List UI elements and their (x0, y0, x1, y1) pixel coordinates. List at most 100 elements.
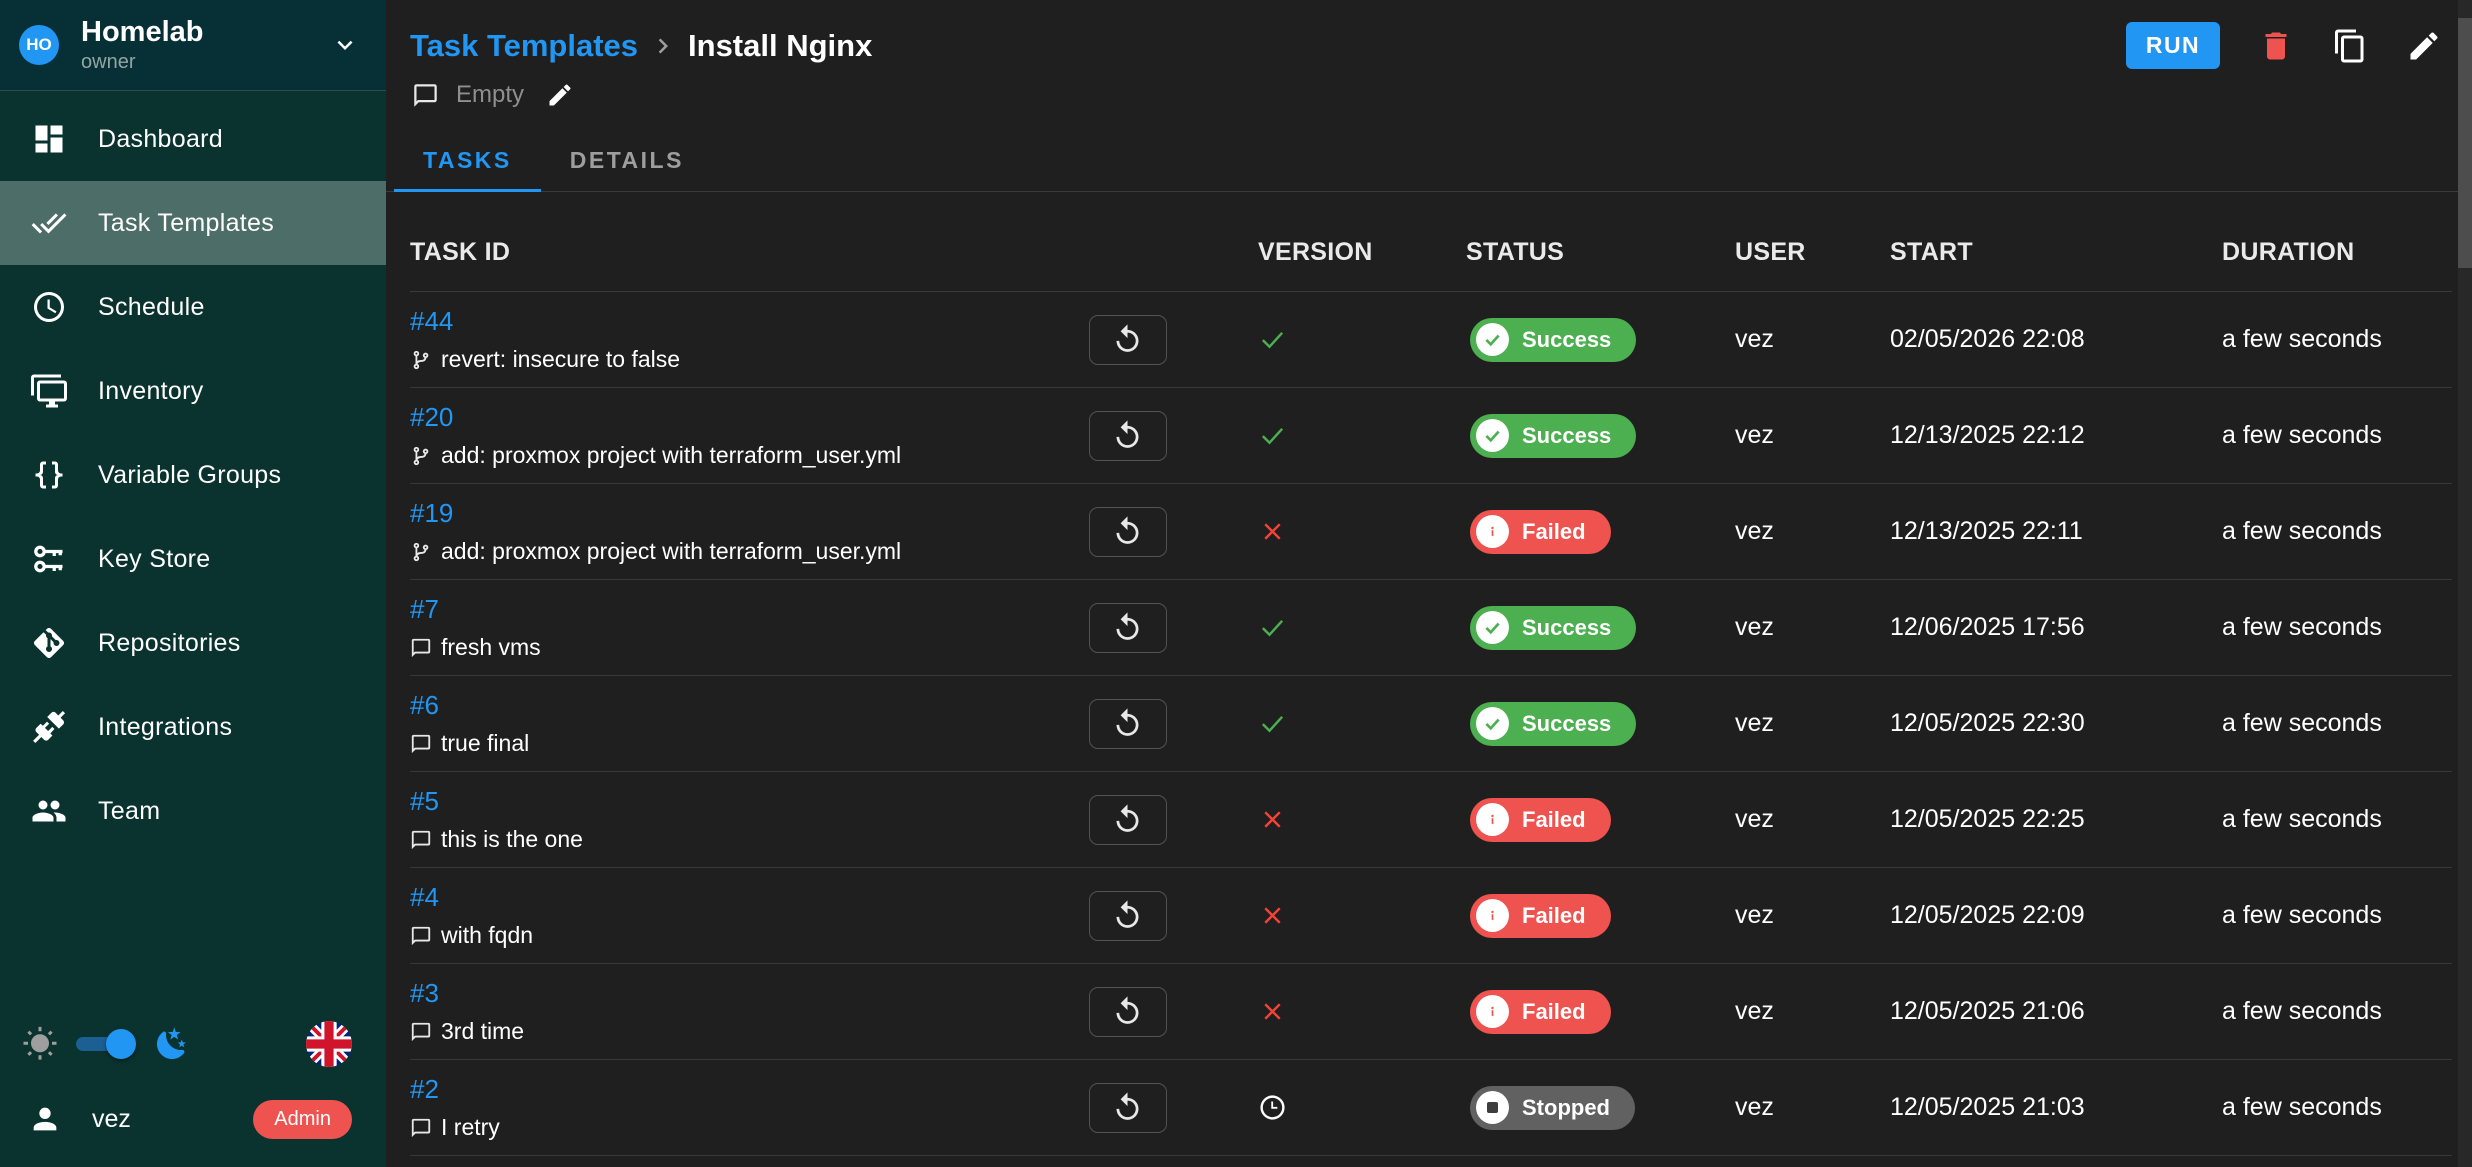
task-id-link[interactable]: #7 (410, 594, 439, 625)
description-text: Empty (456, 81, 524, 109)
rerun-task-button[interactable] (1089, 891, 1167, 941)
version-cell (1170, 997, 1430, 1026)
start-cell: 12/06/2025 17:56 (1860, 613, 2180, 642)
task-id-link[interactable]: #2 (410, 1074, 439, 1105)
delete-template-button[interactable] (2258, 28, 2294, 64)
version-cell (1170, 613, 1430, 642)
start-cell: 12/05/2025 21:03 (1860, 1093, 2180, 1122)
tab-tasks[interactable]: TASKS (394, 129, 541, 191)
scrollbar[interactable] (2458, 0, 2472, 1167)
sidebar-item-team[interactable]: Team (0, 769, 386, 853)
status-badge: Success (1470, 414, 1636, 458)
topbar: Task Templates Install Nginx RUN (386, 0, 2472, 69)
check-icon (1258, 709, 1430, 738)
project-selector[interactable]: HO Homelab owner (0, 0, 386, 91)
user-cell: vez (1705, 901, 1860, 930)
rerun-task-button[interactable] (1089, 795, 1167, 845)
people-icon (31, 793, 67, 829)
breadcrumb-parent-link[interactable]: Task Templates (410, 28, 638, 64)
git-branch-icon (410, 541, 432, 563)
task-id-link[interactable]: #6 (410, 690, 439, 721)
task-id-link[interactable]: #20 (410, 402, 453, 433)
start-cell: 12/05/2025 22:09 (1860, 901, 2180, 930)
tab-details[interactable]: DETAILS (541, 129, 713, 191)
table-row: #7fresh vmsSuccessvez12/06/2025 17:56a f… (410, 580, 2452, 676)
task-message: I retry (410, 1114, 1085, 1141)
start-cell: 12/05/2025 22:25 (1860, 805, 2180, 834)
user-cell: vez (1705, 805, 1860, 834)
status-badge: Failed (1470, 798, 1611, 842)
user-row[interactable]: vez Admin (0, 1083, 386, 1167)
task-id-link[interactable]: #4 (410, 882, 439, 913)
task-id-link[interactable]: #19 (410, 498, 453, 529)
version-cell (1170, 517, 1430, 546)
admin-badge: Admin (253, 1100, 352, 1139)
edit-description-pencil-icon[interactable] (546, 81, 574, 109)
task-cell: #33rd time (410, 964, 1085, 1059)
sidebar-item-inventory[interactable]: Inventory (0, 349, 386, 433)
sidebar-item-label: Key Store (98, 545, 210, 574)
moon-icon (154, 1026, 190, 1062)
task-cell: #5this is the one (410, 772, 1085, 867)
sidebar-item-label: Task Templates (98, 209, 274, 238)
table-row: #2I retryStoppedvez12/05/2025 21:03a few… (410, 1060, 2452, 1156)
dark-mode-toggle[interactable] (76, 1034, 132, 1054)
sidebar-item-label: Inventory (98, 377, 204, 406)
sidebar-item-variable-groups[interactable]: Variable Groups (0, 433, 386, 517)
sidebar-nav: Dashboard Task Templates Schedule Inventory… (0, 91, 386, 853)
sidebar-item-repositories[interactable]: Repositories (0, 601, 386, 685)
task-message: fresh vms (410, 634, 1085, 661)
status-cell: Failed (1430, 894, 1705, 938)
rerun-task-button[interactable] (1089, 315, 1167, 365)
task-message: with fqdn (410, 922, 1085, 949)
duration-cell: a few seconds (2180, 805, 2452, 834)
replay-icon (1111, 419, 1144, 452)
copy-template-button[interactable] (2332, 28, 2368, 64)
replay-icon (1111, 803, 1144, 836)
git-branch-icon (410, 445, 432, 467)
rerun-task-button[interactable] (1089, 603, 1167, 653)
status-badge: Success (1470, 702, 1636, 746)
page-title: Install Nginx (688, 28, 872, 64)
task-cell: #7 fresh vms (410, 580, 1085, 675)
message-icon (410, 637, 432, 659)
rerun-task-button[interactable] (1089, 507, 1167, 557)
table-row: #1Stoppedvez12/05/2025 20:56a few second… (410, 1156, 2452, 1167)
person-icon (28, 1102, 62, 1136)
rerun-task-button[interactable] (1089, 411, 1167, 461)
sidebar-item-schedule[interactable]: Schedule (0, 265, 386, 349)
rerun-task-button[interactable] (1089, 987, 1167, 1037)
sidebar-item-key-store[interactable]: Key Store (0, 517, 386, 601)
run-button[interactable]: RUN (2126, 22, 2220, 69)
table-row: #5this is the one Failed vez12/05/2025 22:… (410, 772, 2452, 868)
rerun-task-button[interactable] (1089, 1083, 1167, 1133)
check-icon (1258, 613, 1430, 642)
sidebar-item-label: Repositories (98, 629, 241, 658)
version-cell (1170, 421, 1430, 450)
check-circle-icon (1482, 617, 1503, 638)
scrollbar-thumb[interactable] (2458, 18, 2472, 268)
sun-icon (22, 1026, 58, 1062)
sidebar-item-dashboard[interactable]: Dashboard (0, 97, 386, 181)
sidebar-item-integrations[interactable]: Integrations (0, 685, 386, 769)
message-icon (410, 829, 432, 851)
replay-icon (1111, 899, 1144, 932)
task-id-link[interactable]: #3 (410, 978, 439, 1009)
task-id-link[interactable]: #5 (410, 786, 439, 817)
task-cell: #2 I retry (410, 1060, 1085, 1155)
info-circle-icon (1482, 809, 1503, 830)
user-cell: vez (1705, 325, 1860, 354)
sidebar-item-task-templates[interactable]: Task Templates (0, 181, 386, 265)
table-body: #44revert: insecure to falseSuccessvez02… (410, 292, 2452, 1167)
chevron-right-icon (648, 31, 678, 61)
version-cell (1170, 805, 1430, 834)
start-cell: 12/05/2025 21:06 (1860, 997, 2180, 1026)
edit-template-button[interactable] (2406, 28, 2442, 64)
task-id-link[interactable]: #44 (410, 306, 453, 337)
message-icon (410, 1117, 432, 1139)
version-cell (1170, 709, 1430, 738)
duration-cell: a few seconds (2180, 709, 2452, 738)
column-version: VERSION (1170, 238, 1430, 267)
rerun-task-button[interactable] (1089, 699, 1167, 749)
language-flag-uk[interactable] (306, 1021, 352, 1067)
